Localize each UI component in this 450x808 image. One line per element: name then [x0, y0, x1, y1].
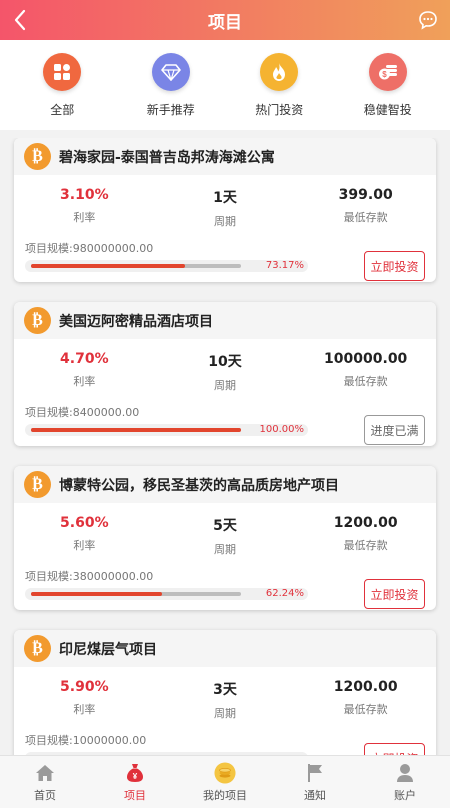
category-hot[interactable]: 热门投资 [229, 52, 329, 118]
project-list: ₿ 碧海家园-泰国普吉岛邦涛海滩公寓 3.10% 利率 1天周期 399.00 最低… [0, 138, 450, 755]
tab-label: 通知 [304, 788, 326, 802]
project-title: 印尼煤层气项目 [59, 641, 157, 658]
project-stats: 5.90% 利率 3天周期 1200.00 最低存款 [14, 679, 436, 721]
invest-button[interactable]: 立即投资 [364, 251, 425, 281]
interest-rate-label: 利率 [73, 703, 96, 716]
bitcoin-icon: ₿ [24, 635, 51, 662]
interest-rate-label: 利率 [73, 375, 96, 388]
diamond-icon [151, 52, 190, 91]
svg-text:$: $ [382, 70, 387, 79]
project-scale: 项目规模:8400000.00 [25, 406, 140, 419]
period-value: 3天 [213, 682, 237, 698]
progress-percent: 100.00% [259, 424, 305, 435]
tab-label: 项目 [124, 788, 146, 802]
project-title: 碧海家园-泰国普吉岛邦涛海滩公寓 [59, 149, 275, 166]
user-icon [394, 762, 416, 784]
period-label: 周期 [214, 379, 236, 392]
bitcoin-icon: ₿ [24, 471, 51, 498]
tab-projects[interactable]: ¥ 项目 [90, 756, 180, 808]
progress-bar: 100.00% [25, 424, 308, 436]
page-title: 项目 [208, 12, 242, 33]
app-header: 项目 [0, 0, 450, 40]
chevron-left-icon [14, 9, 26, 31]
progress-fill [31, 428, 241, 432]
project-card-header: ₿ 印尼煤层气项目 [14, 630, 436, 667]
project-card[interactable]: ₿ 美国迈阿密精品酒店项目 4.70% 利率 10天周期 100000.00 最低存… [14, 302, 436, 446]
tab-account[interactable]: 账户 [360, 756, 450, 808]
home-icon [34, 762, 56, 784]
interest-rate-label: 利率 [73, 211, 96, 224]
min-deposit: 399.00 [338, 187, 393, 203]
min-deposit: 1200.00 [333, 515, 398, 531]
tab-label: 账户 [394, 788, 416, 802]
interest-rate: 5.90% [60, 679, 109, 695]
period-label: 周期 [214, 543, 236, 556]
project-scale: 项目规模:10000000.00 [25, 734, 147, 747]
project-scale: 项目规模:980000000.00 [25, 242, 154, 255]
project-title: 博蒙特公园，移民圣基茨的高品质房地产项目 [59, 477, 339, 494]
project-card[interactable]: ₿ 碧海家园-泰国普吉岛邦涛海滩公寓 3.10% 利率 1天周期 399.00 最低… [14, 138, 436, 282]
progress-fill [31, 264, 185, 268]
period-value: 10天 [208, 354, 242, 370]
project-card-header: ₿ 博蒙特公园，移民圣基茨的高品质房地产项目 [14, 466, 436, 503]
progress-full-button[interactable]: 进度已满 [364, 415, 425, 445]
progress-bar: 73.17% [25, 260, 308, 272]
project-card-header: ₿ 美国迈阿密精品酒店项目 [14, 302, 436, 339]
min-deposit-label: 最低存款 [343, 211, 388, 224]
chat-button[interactable] [418, 10, 438, 30]
back-button[interactable] [8, 6, 32, 34]
flag-icon [304, 762, 326, 784]
interest-rate-label: 利率 [73, 539, 96, 552]
min-deposit-label: 最低存款 [343, 703, 388, 716]
tab-notifications[interactable]: 通知 [270, 756, 360, 808]
coins-icon: $ [368, 52, 407, 91]
money-bag-icon: ¥ [124, 762, 146, 784]
interest-rate: 3.10% [60, 187, 109, 203]
bottom-tab-bar: 首页 ¥ 项目 我的项目 通知 账户 [0, 755, 450, 808]
project-card[interactable]: ₿ 博蒙特公园，移民圣基茨的高品质房地产项目 5.60% 利率 5天周期 1200… [14, 466, 436, 610]
min-deposit: 100000.00 [324, 351, 408, 367]
tab-my-projects[interactable]: 我的项目 [180, 756, 270, 808]
project-stats: 4.70% 利率 10天周期 100000.00 最低存款 [14, 351, 436, 393]
period-value: 5天 [213, 518, 237, 534]
tab-label: 首页 [34, 788, 56, 802]
bitcoin-icon: ₿ [24, 143, 51, 170]
project-title: 美国迈阿密精品酒店项目 [59, 313, 213, 330]
tab-label: 我的项目 [203, 788, 247, 802]
progress-percent: 73.17% [265, 260, 304, 271]
category-label: 全部 [50, 102, 75, 117]
category-label: 新手推荐 [146, 102, 195, 117]
svg-text:¥: ¥ [133, 772, 138, 781]
grid-icon [43, 52, 82, 91]
period-label: 周期 [214, 215, 236, 228]
category-new-user[interactable]: 新手推荐 [121, 52, 221, 118]
min-deposit-label: 最低存款 [343, 539, 388, 552]
period-value: 1天 [213, 190, 237, 206]
invest-button[interactable]: 立即投资 [364, 743, 425, 755]
coin-stack-icon [214, 761, 236, 784]
interest-rate: 5.60% [60, 515, 109, 531]
category-nav: 全部 新手推荐 热门投资 $ 稳健智投 [0, 40, 450, 130]
chat-bubble-icon [419, 11, 437, 30]
interest-rate: 4.70% [60, 351, 109, 367]
category-label: 稳健智投 [363, 102, 412, 117]
project-scale: 项目规模:380000000.00 [25, 570, 154, 583]
min-deposit: 1200.00 [333, 679, 398, 695]
project-stats: 5.60% 利率 5天周期 1200.00 最低存款 [14, 515, 436, 557]
flame-icon [260, 52, 299, 91]
category-label: 热门投资 [255, 102, 304, 117]
invest-button[interactable]: 立即投资 [364, 579, 425, 609]
category-steady[interactable]: $ 稳健智投 [338, 52, 438, 118]
project-stats: 3.10% 利率 1天周期 399.00 最低存款 [14, 187, 436, 229]
progress-fill [31, 592, 162, 596]
category-all[interactable]: 全部 [12, 52, 112, 118]
min-deposit-label: 最低存款 [343, 375, 388, 388]
project-card[interactable]: ₿ 印尼煤层气项目 5.90% 利率 3天周期 1200.00 最低存款 项目规模:… [14, 630, 436, 755]
progress-bar: 62.24% [25, 588, 308, 600]
progress-percent: 62.24% [265, 588, 304, 599]
period-label: 周期 [214, 707, 236, 720]
tab-home[interactable]: 首页 [0, 756, 90, 808]
project-card-header: ₿ 碧海家园-泰国普吉岛邦涛海滩公寓 [14, 138, 436, 175]
bitcoin-icon: ₿ [24, 307, 51, 334]
